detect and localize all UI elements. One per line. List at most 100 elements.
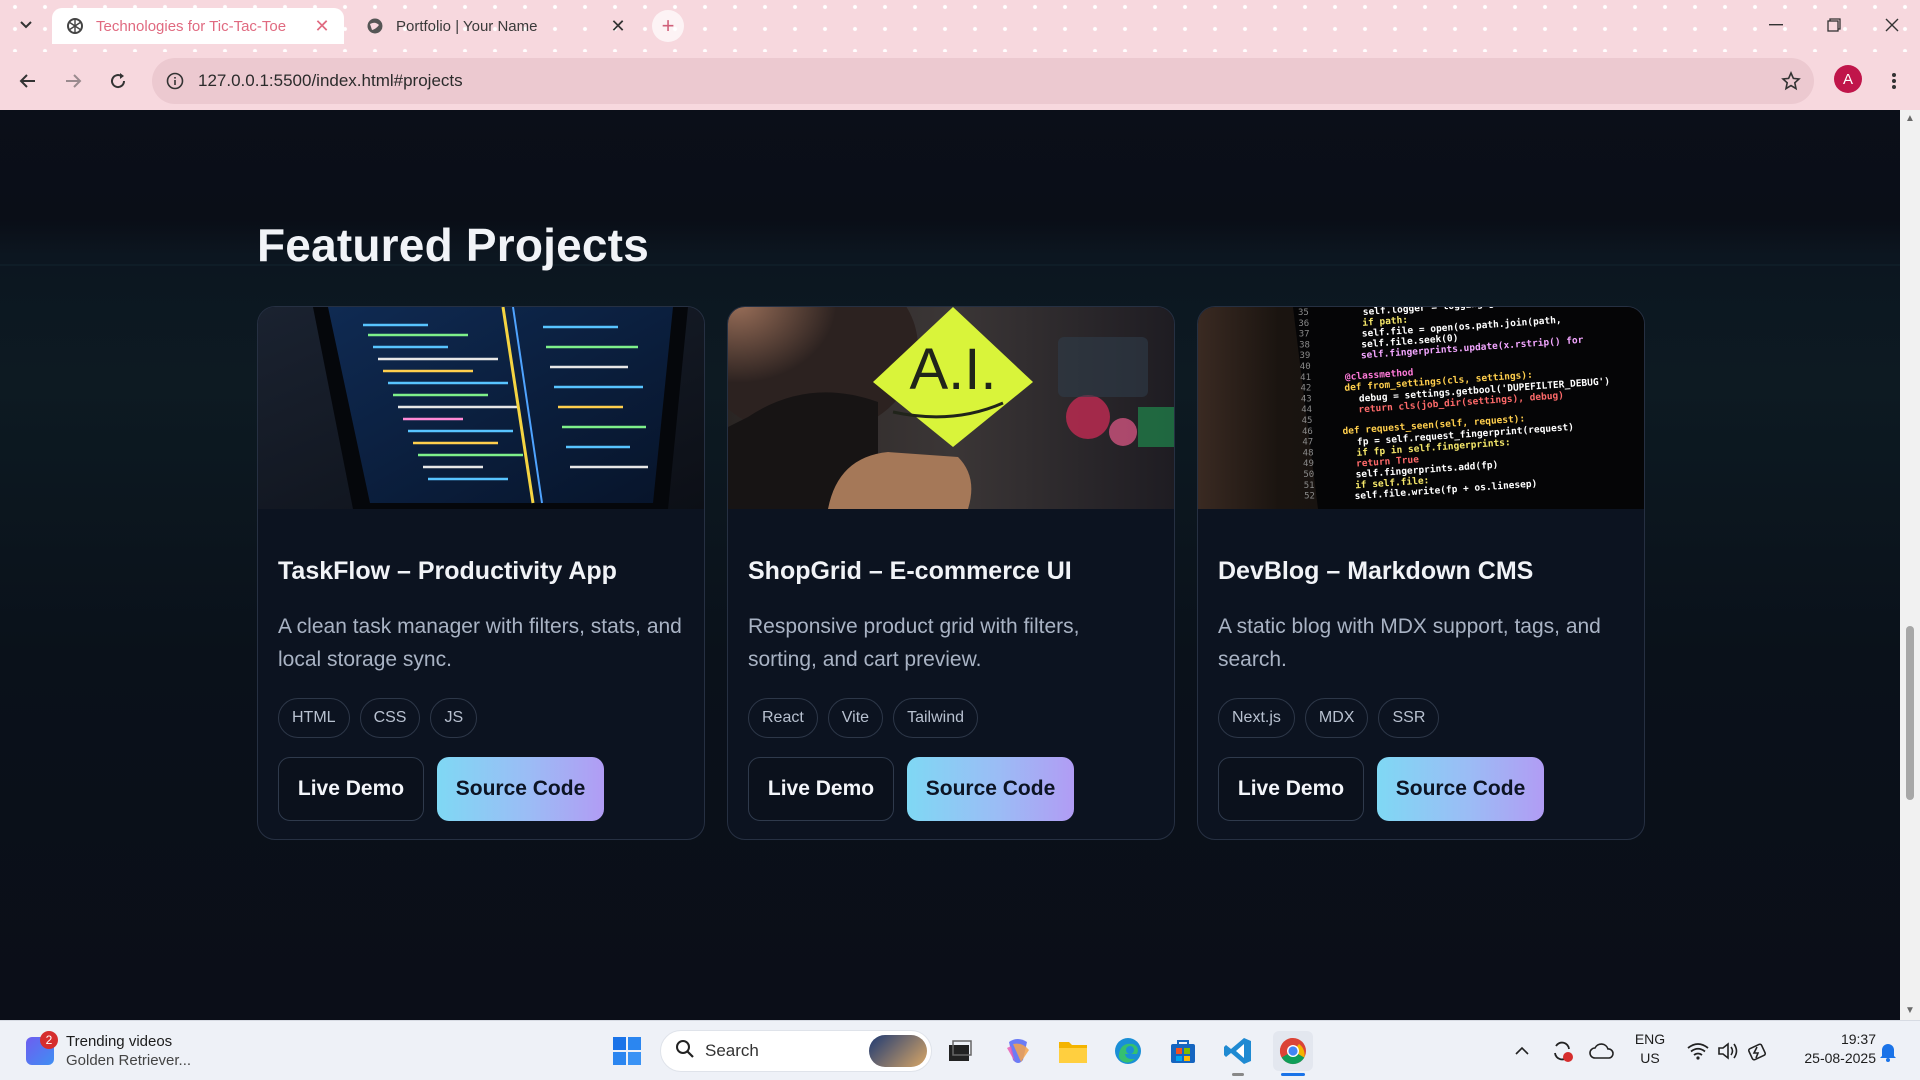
tech-tag: Tailwind [893,698,978,738]
tech-tags: Next.js MDX SSR [1218,698,1624,738]
widget-title: Trending videos [66,1033,173,1050]
project-title: TaskFlow – Productivity App [278,557,617,585]
language-indicator[interactable]: ENG US [1628,1031,1672,1066]
widget-subtitle: Golden Retriever... [66,1052,192,1069]
project-title: DevBlog – Markdown CMS [1218,557,1534,585]
tab-search-chevron-icon[interactable] [14,13,38,37]
code-line-number: 48 [1303,448,1314,458]
tab-title: Portfolio | Your Name [396,17,538,35]
copilot-icon[interactable] [998,1031,1038,1071]
tech-tag: HTML [278,698,350,738]
tab-title: Technologies for Tic-Tac-Toe [96,17,287,35]
code-line-number: 45 [1302,416,1313,426]
scroll-up-arrow-icon[interactable]: ▲ [1905,114,1915,124]
minimize-icon[interactable] [1748,0,1804,50]
live-demo-button[interactable]: Live Demo [278,757,424,821]
laptop-code-photo [258,307,704,509]
source-code-button[interactable]: Source Code [437,757,604,821]
tech-tag: React [748,698,818,738]
project-description: A clean task manager with filters, stats… [278,615,682,671]
taskbar-search[interactable]: Search [660,1030,932,1072]
live-demo-button[interactable]: Live Demo [1218,757,1364,821]
code-line-number: 46 [1302,427,1313,437]
search-icon [675,1039,695,1064]
code-line-number: 52 [1304,492,1315,502]
tech-tags: HTML CSS JS [278,698,684,738]
project-card-taskflow: TaskFlow – Productivity App A clean task… [257,306,705,840]
restore-icon[interactable] [1806,0,1862,50]
site-info-icon[interactable] [152,58,198,104]
tech-tag: SSR [1378,698,1440,738]
reload-icon[interactable] [102,65,134,97]
chrome-active-indicator [1281,1073,1305,1076]
ai-note-text: A.I. [909,337,996,402]
source-code-button[interactable]: Source Code [907,757,1074,821]
code-line-number: 51 [1304,481,1315,491]
windows-taskbar: 2 Trending videos Golden Retriever... Se… [0,1020,1920,1080]
code-line-number: 38 [1299,340,1310,350]
profile-avatar[interactable]: A [1834,65,1862,93]
scroll-down-arrow-icon[interactable]: ▼ [1905,1006,1915,1016]
browser-menu-icon[interactable] [1880,65,1908,97]
onedrive-cloud-icon[interactable] [1582,1031,1622,1071]
search-highlight-image [869,1035,927,1067]
tech-tags: React Vite Tailwind [748,698,1154,738]
clock[interactable]: 19:37 25-08-2025 [1776,1031,1876,1066]
page-viewport: Featured Projects TaskFlow – Productivit… [0,110,1900,1020]
tech-tag: MDX [1304,698,1369,738]
source-code-button[interactable]: Source Code [1377,757,1544,821]
clock-date: 25-08-2025 [1804,1050,1876,1066]
microsoft-store-icon[interactable] [1163,1031,1203,1071]
notification-badge: 2 [40,1031,58,1049]
tab-close-icon[interactable]: ✕ [608,16,628,36]
sync-alert-icon[interactable] [1542,1031,1582,1071]
live-demo-button[interactable]: Live Demo [748,757,894,821]
tab-tic-tac-toe[interactable]: Technologies for Tic-Tac-Toe ✕ [52,8,344,44]
code-line-number: 37 [1299,330,1310,340]
edge-browser-icon[interactable] [1108,1031,1148,1071]
page-scrollbar[interactable]: ▲ ▼ [1900,110,1920,1020]
code-line-number: 40 [1300,362,1311,372]
search-placeholder: Search [705,1041,759,1060]
task-view-icon[interactable] [940,1031,980,1071]
notification-bell-icon[interactable] [1868,1031,1908,1071]
window-close-icon[interactable] [1864,0,1920,50]
windows-start-icon[interactable] [607,1031,647,1071]
code-line-number: 49 [1303,459,1314,469]
language-code: ENG [1634,1031,1666,1047]
battery-charging-icon[interactable] [1738,1031,1778,1071]
code-line-number: 35 [1298,308,1309,318]
code-line-number: 36 [1298,319,1309,329]
code-line-number: 44 [1301,405,1312,415]
vscode-icon[interactable] [1218,1031,1258,1071]
code-line-number: 43 [1301,394,1312,404]
tech-tag: JS [430,698,478,738]
new-tab-plus-icon[interactable]: + [652,10,684,42]
video-widget-icon: 2 [26,1031,58,1065]
tech-tag: Vite [827,698,884,738]
ai-sticky-note-photo: A.I. [728,307,1174,509]
section-title: Featured Projects [257,219,649,271]
code-line-number: 42 [1301,384,1312,394]
code-line-number: 41 [1300,373,1311,383]
news-widget[interactable]: 2 Trending videos Golden Retriever... [26,1031,192,1069]
browser-tab-strip: Technologies for Tic-Tac-Toe ✕ Portfolio… [0,0,1920,52]
back-arrow-icon[interactable] [12,65,44,97]
forward-arrow-icon[interactable] [57,65,89,97]
file-explorer-icon[interactable] [1053,1031,1093,1071]
browser-toolbar: 127.0.0.1:5500/index.html#projects A [0,52,1920,110]
address-bar[interactable]: 127.0.0.1:5500/index.html#projects [152,58,1814,104]
code-line-number: 50 [1303,470,1314,480]
scrollbar-thumb[interactable] [1906,626,1914,800]
clock-time: 19:37 [1840,1031,1876,1047]
chrome-icon[interactable] [1273,1031,1313,1071]
code-line-number: 47 [1302,438,1313,448]
project-card-shopgrid: A.I. ShopGrid – E-commerce UI Responsive… [727,306,1175,840]
bookmark-star-icon[interactable] [1768,58,1814,104]
chevron-up-icon[interactable] [1502,1031,1542,1071]
tab-close-icon[interactable]: ✕ [312,16,332,36]
tab-portfolio[interactable]: Portfolio | Your Name ✕ [352,8,640,44]
url-text[interactable]: 127.0.0.1:5500/index.html#projects [198,71,1768,91]
project-description: A static blog with MDX support, tags, an… [1218,615,1601,671]
project-card-devblog: 35self.logger = logging.getLogger(__name… [1197,306,1645,840]
